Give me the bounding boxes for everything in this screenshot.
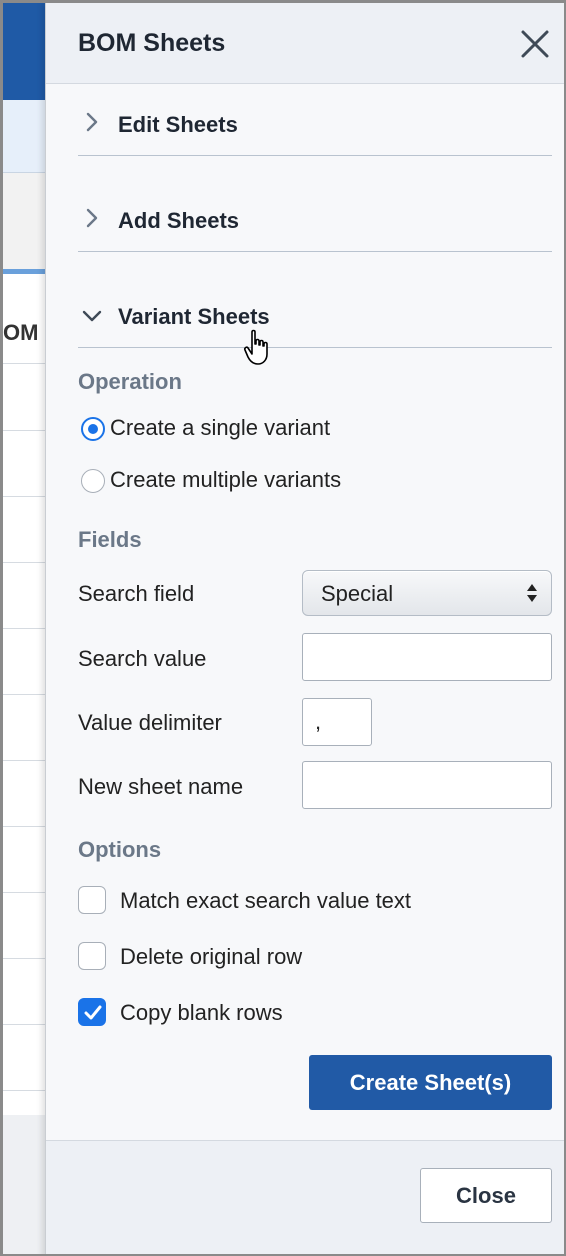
app-footer-area — [3, 1115, 48, 1254]
close-button[interactable]: Close — [420, 1168, 552, 1223]
background-app: OM — [3, 3, 48, 1254]
radio-button-selected[interactable] — [81, 417, 105, 441]
section-variant-sheets[interactable]: Variant Sheets — [78, 276, 552, 348]
select-arrows-icon — [527, 584, 537, 602]
grid-row[interactable] — [3, 827, 48, 893]
fields-heading: Fields — [78, 527, 142, 552]
grid-row[interactable] — [3, 497, 48, 563]
options-heading: Options — [78, 837, 162, 862]
panel-footer: Close — [46, 1140, 564, 1254]
panel-header: BOM Sheets — [46, 3, 564, 84]
value-delimiter-label: Value delimiter — [78, 710, 222, 735]
section-edit-sheets[interactable]: Edit Sheets — [78, 84, 552, 156]
panel-title: BOM Sheets — [78, 29, 226, 57]
radio-label: Create multiple variants — [110, 467, 342, 492]
grid-row[interactable] — [3, 629, 48, 695]
bom-sheets-panel: BOM Sheets Edit Sheets Add Sheets Varian… — [45, 3, 564, 1254]
grid-row[interactable] — [3, 563, 48, 629]
option-match-exact[interactable]: Match exact search value text — [78, 886, 478, 916]
value-delimiter-input[interactable] — [302, 698, 372, 746]
checkbox[interactable] — [78, 942, 106, 970]
grid-row[interactable] — [3, 365, 48, 431]
search-value-label: Search value — [78, 646, 207, 671]
window-frame: OM BOM Sheets Edit Sheets Add Sheets Var… — [0, 0, 566, 1256]
radio-label: Create a single variant — [110, 415, 331, 440]
section-label: Edit Sheets — [118, 112, 238, 137]
grid-row[interactable] — [3, 893, 48, 959]
radio-single-variant[interactable]: Create a single variant — [78, 414, 398, 444]
option-delete-original-row[interactable]: Delete original row — [78, 942, 378, 972]
create-sheets-button[interactable]: Create Sheet(s) — [309, 1055, 552, 1110]
section-add-sheets[interactable]: Add Sheets — [78, 180, 552, 252]
chevron-right-icon — [86, 208, 98, 228]
checkbox-label: Delete original row — [120, 944, 303, 969]
operation-heading: Operation — [78, 369, 182, 394]
checkbox[interactable] — [78, 886, 106, 914]
app-subheader — [3, 100, 48, 173]
grid-row[interactable] — [3, 761, 48, 827]
chevron-down-icon — [82, 310, 102, 322]
section-label: Add Sheets — [118, 208, 240, 233]
close-x-icon[interactable] — [518, 27, 552, 61]
radio-button[interactable] — [81, 469, 105, 493]
grid-row[interactable] — [3, 695, 48, 761]
checkbox-label: Copy blank rows — [120, 1000, 283, 1025]
search-field-select[interactable]: Special — [302, 570, 552, 616]
grid-row[interactable] — [3, 1025, 48, 1091]
search-value-input[interactable] — [302, 633, 552, 681]
option-copy-blank-rows[interactable]: Copy blank rows — [78, 998, 358, 1028]
new-sheet-name-input[interactable] — [302, 761, 552, 809]
checkmark-icon — [84, 1005, 102, 1020]
hand-cursor-icon — [244, 329, 268, 365]
grid-column-header: OM — [3, 274, 48, 364]
chevron-right-icon — [86, 112, 98, 132]
column-header-fragment: OM — [3, 320, 39, 345]
grid-row[interactable] — [3, 431, 48, 497]
select-value: Special — [321, 581, 394, 606]
app-header-bar — [3, 3, 48, 100]
section-label: Variant Sheets — [118, 304, 270, 329]
grid-row[interactable] — [3, 959, 48, 1025]
new-sheet-name-label: New sheet name — [78, 774, 244, 799]
radio-multiple-variants[interactable]: Create multiple variants — [78, 466, 418, 496]
checkbox-label: Match exact search value text — [120, 888, 412, 913]
search-field-label: Search field — [78, 581, 195, 606]
checkbox-checked[interactable] — [78, 998, 106, 1026]
app-toolbar — [3, 173, 48, 269]
